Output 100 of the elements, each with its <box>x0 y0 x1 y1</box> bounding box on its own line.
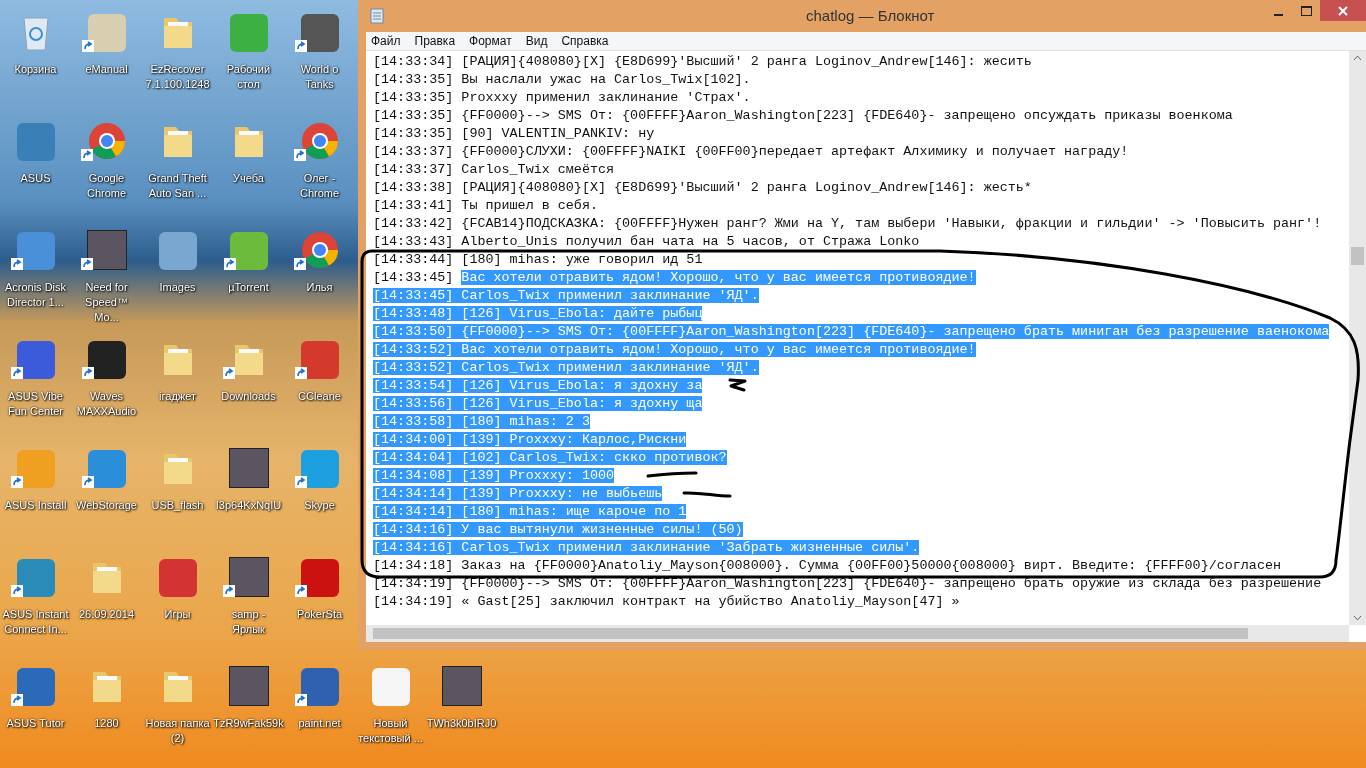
log-timestamp: [14:34:18] <box>373 558 455 573</box>
chrome-icon <box>299 121 340 161</box>
log-message: [139] Proxxxy: Карлос,Рискни <box>461 432 687 447</box>
log-message: Carlos_Twix применил заклинание 'ЯД'. <box>461 360 759 375</box>
menu-item[interactable]: Справка <box>561 32 609 50</box>
log-message: [180] mihas: уже говорил ид 51 <box>461 252 703 267</box>
desktop-icon-label[interactable]: TWh3k0bIRJ0 <box>425 716 498 731</box>
desktop-icon-label[interactable]: ASUS Instant Connect In... <box>0 607 71 637</box>
menu-item[interactable]: Файл <box>371 32 401 50</box>
log-timestamp: [14:34:16] <box>373 522 462 537</box>
desktop-icon-label[interactable]: Skype <box>303 498 336 513</box>
log-message: {FF0000}СЛУХИ: {00FFFF}NAIKI {00FF00}передает артефакт Алхимику и получает награду! <box>461 144 1129 159</box>
desktop-icon-label[interactable]: eManual <box>84 62 129 77</box>
log-timestamp: [14:33:37] <box>373 144 455 159</box>
log-timestamp: [14:34:08] <box>373 468 462 483</box>
desktop-icon-label[interactable]: Игры <box>163 607 192 622</box>
log-timestamp: [14:33:34] <box>373 54 455 69</box>
desktop-icon-label[interactable]: ASUS Tutor <box>5 716 66 731</box>
desktop-icon-label[interactable]: CCleane <box>297 389 342 404</box>
desktop-icon-label[interactable]: µTorrent <box>227 280 270 295</box>
chrome-icon <box>86 121 127 161</box>
log-timestamp: [14:33:35] <box>373 90 455 105</box>
log-message: « Gast[25] заключил контракт на убийство Anatoliy_Mayson[47] » <box>461 594 960 609</box>
photo-placeholder <box>441 666 482 706</box>
desktop-icon-label[interactable]: Images <box>158 280 197 295</box>
photo-placeholder <box>228 448 269 488</box>
log-timestamp: [14:33:43] <box>373 234 455 249</box>
desktop-icon-label[interactable]: iгаджет <box>158 389 197 404</box>
desktop-icon-label[interactable]: Grand Theft Auto San ... <box>142 171 213 201</box>
menu-item[interactable]: Формат <box>469 32 512 50</box>
log-message: Вас хотели отравить ядом! Хорошо, что у вас имеется противоядие! <box>461 270 976 285</box>
horizontal-scrollbar[interactable] <box>366 625 1349 642</box>
scroll-thumb[interactable] <box>1351 247 1364 265</box>
desktop-icon-label[interactable]: Новый текстовый ... <box>355 716 426 746</box>
log-message: [102] Carlos_Twix: скко противок? <box>461 450 727 465</box>
close-button[interactable] <box>1320 0 1366 21</box>
log-message: У вас вытянули жизненные силы! (50) <box>461 522 743 537</box>
minimize-icon <box>1273 13 1283 16</box>
desktop-icon-label[interactable]: Waves MAXXAudio <box>71 389 142 419</box>
notepad-icon <box>370 8 384 24</box>
desktop-icon-label[interactable]: samp - Ярлык <box>213 607 284 637</box>
desktop-icon-label[interactable]: 26.09.2014 <box>77 607 136 622</box>
vertical-scrollbar[interactable] <box>1349 51 1366 625</box>
log-message: [126] Virus_Ebola: я здохну ща <box>461 396 703 411</box>
log-timestamp: [14:33:56] <box>373 396 462 411</box>
log-message: Proxxxy применил заклинание 'Страх'. <box>461 90 751 105</box>
log-timestamp: [14:33:45] <box>373 270 455 285</box>
desktop-icon-label[interactable]: Downloads <box>220 389 277 404</box>
log-timestamp: [14:33:35] <box>373 108 455 123</box>
log-message: Вы наслали ужас на Carlos_Twix[102]. <box>461 72 751 87</box>
desktop-icon-label[interactable]: Need for Speed™ Mo... <box>71 280 142 325</box>
desktop-icon-label[interactable]: Новая папка (2) <box>142 716 213 746</box>
log-message: Вас хотели отравить ядом! Хорошо, что у вас имеется противоядие! <box>461 342 976 357</box>
scroll-down-icon <box>1353 615 1362 621</box>
log-timestamp: [14:33:45] <box>373 288 462 303</box>
log-timestamp: [14:34:00] <box>373 432 462 447</box>
chrome-icon <box>299 230 340 270</box>
desktop-icon-label[interactable]: TzR9wFak59k <box>212 716 285 731</box>
desktop-icon-label[interactable]: PokerSta <box>295 607 344 622</box>
desktop-icon-label[interactable]: Корзина <box>13 62 58 77</box>
desktop-icon-label[interactable]: Google Chrome <box>71 171 142 201</box>
photo-placeholder <box>86 230 127 270</box>
scroll-thumb[interactable] <box>373 628 1248 639</box>
desktop-icon-label[interactable]: paint.net <box>297 716 342 731</box>
log-timestamp: [14:34:04] <box>373 450 462 465</box>
log-message: Alberto_Unis получил бан чата на 5 часов, от Стража Lonko <box>461 234 920 249</box>
desktop-icon-label[interactable]: USB_flash <box>150 498 205 513</box>
log-message: [180] mihas: ище кароче по 1 <box>461 504 687 519</box>
log-timestamp: [14:33:44] <box>373 252 455 267</box>
window-title: chatlog — Блокнот <box>806 5 935 26</box>
log-message: {FCAB14}ПОДСКАЗКА: {00FFFF}Нужен ранг? Жми на Y, там выбери 'Навыки, фракции и гильдии' -> 'Повысить ранг'! <box>461 216 1322 231</box>
log-message: [180] mihas: 2 3 <box>461 414 590 429</box>
desktop-icon-label[interactable]: ASUS Vibe Fun Center <box>0 389 71 419</box>
log-timestamp: [14:33:50] <box>373 324 462 339</box>
log-message: [126] Virus_Ebola: я здохну за <box>461 378 703 393</box>
log-message: {FF0000}--> SMS От: {00FFFF}Aaron_Washington[223] {FDE640}- запрещено брать оружие из склада без разрешение <box>461 576 1322 591</box>
desktop-icon-label[interactable]: 1280 <box>93 716 120 731</box>
desktop-icon-label[interactable]: WebStorage <box>75 498 138 513</box>
log-timestamp: [14:34:19] <box>373 576 455 591</box>
log-timestamp: [14:33:54] <box>373 378 462 393</box>
desktop-icon-label[interactable]: Рабочий стол <box>213 62 284 92</box>
desktop-icon-label[interactable]: Олег - Chrome <box>284 171 355 201</box>
log-timestamp: [14:34:16] <box>373 540 462 555</box>
desktop-icon-label[interactable]: ASUS Install <box>3 498 68 513</box>
log-message: Carlos_Twix применил заклинание 'ЯД'. <box>461 288 759 303</box>
log-message: [126] Virus_Ebola: дайте рыбыц <box>461 306 703 321</box>
log-message: [90] VALENTIN_PANKIV: ну <box>461 126 655 141</box>
desktop-icon-label[interactable]: Учеба <box>232 171 265 186</box>
desktop-icon-label[interactable]: World o Tanks <box>284 62 355 92</box>
desktop-icon-label[interactable]: Илья <box>305 280 334 295</box>
log-timestamp: [14:33:52] <box>373 360 462 375</box>
log-message: {FF0000}--> SMS От: {00FFFF}Aaron_Washington[223] {FDE640}- запрещено брать миниган без разрешение ваенокома <box>461 324 1330 339</box>
menu-item[interactable]: Правка <box>414 32 456 50</box>
desktop-icon-label[interactable]: Acronis Disk Director 1... <box>0 280 71 310</box>
desktop-icon-label[interactable]: EzRecover 7.1.100.1248 <box>142 62 213 92</box>
log-message: Carlos_Twix применил заклинание 'Забрать жизненные силы'. <box>461 540 920 555</box>
desktop-icon-label[interactable]: I3p64KxNqIU <box>214 498 283 513</box>
desktop-icon-label[interactable]: ASUS <box>19 171 52 186</box>
log-timestamp: [14:33:35] <box>373 126 455 141</box>
menu-item[interactable]: Вид <box>525 32 548 50</box>
